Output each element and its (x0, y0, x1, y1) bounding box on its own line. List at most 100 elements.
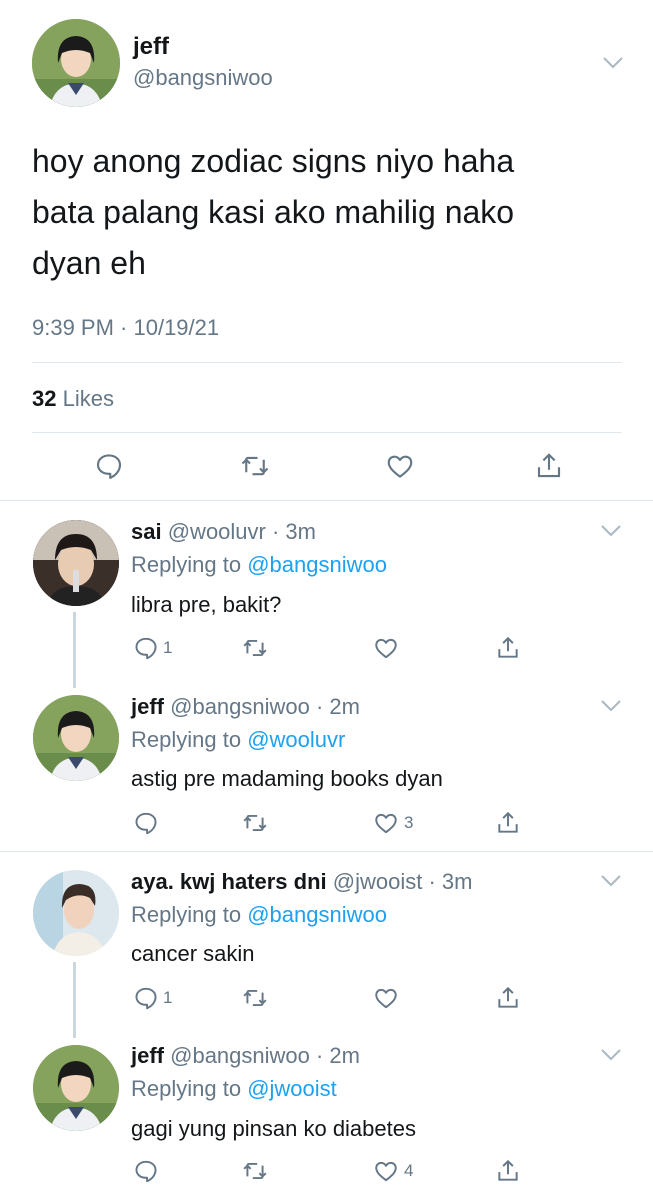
replying-to: Replying to @bangsniwoo (131, 902, 387, 928)
retweet-icon (241, 456, 269, 476)
replying-to-prefix: Replying to (131, 902, 242, 927)
reply-header: jeff @bangsniwoo · 2m (131, 694, 360, 720)
replying-to-prefix: Replying to (131, 727, 242, 752)
heart-icon (375, 813, 397, 834)
retweet-icon (243, 814, 267, 832)
reply-button[interactable] (133, 810, 163, 836)
tweet-timestamp[interactable]: 9:39 PM · 10/19/21 (32, 315, 219, 341)
reply-handle-time[interactable]: @bangsniwoo · 2m (170, 1043, 360, 1068)
retweet-icon (243, 639, 267, 657)
replying-to-handle[interactable]: @bangsniwoo (247, 902, 387, 927)
avatar-image (33, 870, 119, 956)
reply-header: jeff @bangsniwoo · 2m (131, 1043, 360, 1069)
replying-to: Replying to @jwooist (131, 1076, 337, 1102)
reply-button[interactable]: 1 (133, 985, 172, 1011)
divider (32, 432, 622, 433)
replying-to-handle[interactable]: @wooluvr (247, 727, 345, 752)
heart-icon (375, 988, 397, 1009)
author-avatar[interactable] (32, 19, 120, 107)
share-button[interactable] (495, 810, 521, 836)
reply-count: 1 (163, 638, 173, 657)
reply-icon (96, 454, 122, 479)
reply-avatar[interactable] (33, 870, 119, 956)
reply-text: gagi yung pinsan ko diabetes (131, 1116, 416, 1141)
retweet-icon (243, 989, 267, 1007)
retweet-button[interactable] (242, 635, 268, 661)
tweet-text: hoy anong zodiac signs niyo haha bata pa… (32, 136, 514, 289)
reply-text: astig pre madaming books dyan (131, 766, 443, 791)
share-icon (498, 811, 518, 833)
reply-handle-time[interactable]: @jwooist · 3m (333, 869, 473, 894)
chevron-down-icon[interactable] (600, 699, 622, 713)
share-icon (498, 986, 518, 1008)
like-button[interactable] (385, 451, 415, 481)
reply-button[interactable]: 1 (133, 635, 172, 661)
share-icon (537, 453, 561, 478)
avatar-image (33, 1045, 119, 1131)
likes-label: Likes (62, 386, 114, 411)
thread-line (73, 612, 76, 688)
retweet-button[interactable] (242, 810, 268, 836)
chevron-down-icon[interactable] (600, 1048, 622, 1062)
reply-author-name[interactable]: sai (131, 519, 162, 544)
divider (32, 362, 622, 363)
replying-to-handle[interactable]: @jwooist (247, 1076, 337, 1101)
retweet-button[interactable] (242, 1158, 268, 1184)
reply-author-name[interactable]: jeff (131, 1043, 164, 1068)
like-button[interactable]: 3 (373, 810, 413, 836)
author-handle[interactable]: @bangsniwoo (133, 65, 273, 91)
like-button[interactable] (373, 635, 403, 661)
avatar-image (33, 520, 119, 606)
like-button[interactable] (373, 985, 403, 1011)
tweet-text-line: dyan eh (32, 245, 146, 281)
reply-handle-time[interactable]: @wooluvr · 3m (168, 519, 316, 544)
avatar-image (32, 19, 120, 107)
share-button[interactable] (495, 1158, 521, 1184)
replying-to-handle[interactable]: @bangsniwoo (247, 552, 387, 577)
share-icon (498, 1159, 518, 1181)
chevron-down-icon[interactable] (600, 874, 622, 888)
like-button[interactable]: 4 (373, 1158, 413, 1184)
likes-count: 32 (32, 386, 57, 411)
thread-line (73, 962, 76, 1038)
reply-icon (135, 1160, 157, 1183)
retweet-button[interactable] (240, 451, 270, 481)
heart-icon (387, 455, 413, 478)
reply-text: cancer sakin (131, 941, 255, 966)
avatar-image (33, 695, 119, 781)
reply-header: sai @wooluvr · 3m (131, 519, 316, 545)
reply-avatar[interactable] (33, 695, 119, 781)
heart-icon (375, 1161, 397, 1182)
replying-to-prefix: Replying to (131, 1076, 242, 1101)
tweet-text-line: bata palang kasi ako mahilig nako (32, 194, 515, 230)
share-button[interactable] (495, 635, 521, 661)
heart-icon (375, 638, 397, 659)
chevron-down-icon[interactable] (602, 56, 624, 70)
divider (0, 500, 653, 501)
reply-avatar[interactable] (33, 520, 119, 606)
chevron-down-icon[interactable] (600, 524, 622, 538)
likes-stat[interactable]: 32 Likes (32, 386, 114, 412)
like-count: 4 (404, 1161, 414, 1180)
replying-to: Replying to @wooluvr (131, 727, 345, 753)
author-name[interactable]: jeff (133, 33, 169, 61)
reply-button[interactable] (94, 451, 124, 481)
reply-count: 1 (163, 988, 173, 1007)
reply-header: aya. kwj haters dni @jwooist · 3m (131, 869, 472, 895)
reply-icon (135, 987, 157, 1010)
replying-to-prefix: Replying to (131, 552, 242, 577)
divider (0, 851, 653, 852)
reply-icon (135, 637, 157, 660)
reply-icon (135, 812, 157, 835)
retweet-button[interactable] (242, 985, 268, 1011)
tweet-text-line: hoy anong zodiac signs niyo haha (32, 143, 515, 179)
reply-avatar[interactable] (33, 1045, 119, 1131)
like-count: 3 (404, 813, 414, 832)
reply-author-name[interactable]: jeff (131, 694, 164, 719)
reply-text: libra pre, bakit? (131, 592, 282, 617)
reply-handle-time[interactable]: @bangsniwoo · 2m (170, 694, 360, 719)
share-button[interactable] (534, 451, 564, 481)
reply-author-name[interactable]: aya. kwj haters dni (131, 869, 327, 894)
reply-button[interactable] (133, 1158, 163, 1184)
share-button[interactable] (495, 985, 521, 1011)
